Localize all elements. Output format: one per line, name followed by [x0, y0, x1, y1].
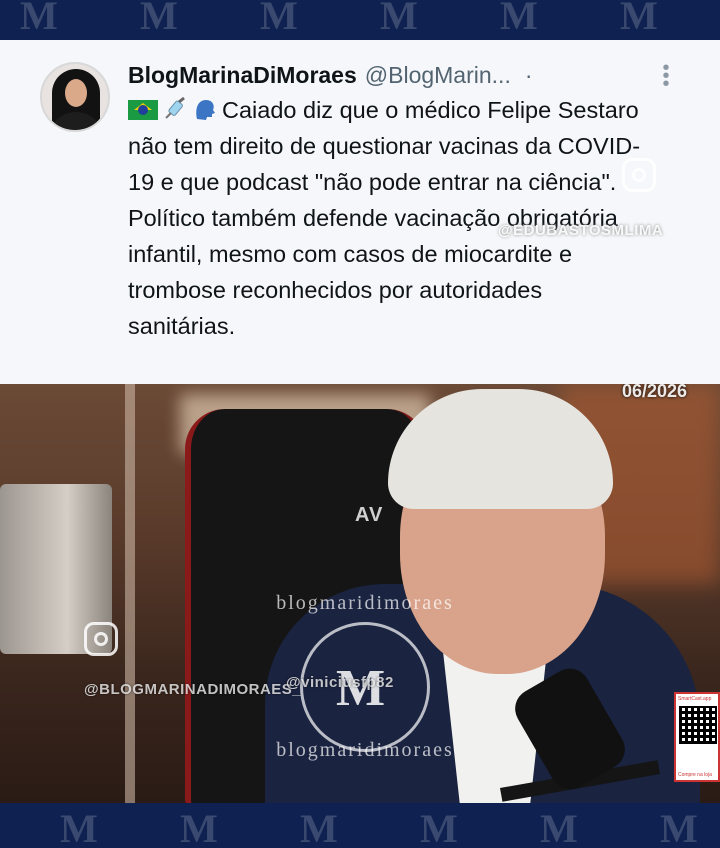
date-stamp: 06/2026 — [622, 384, 688, 401]
chair-brand-logo: AV — [355, 504, 384, 526]
band-logo-icon: M — [500, 0, 538, 38]
tweet-card: BlogMarinaDiMoraes @BlogMarin... · • • • C… — [0, 40, 720, 384]
band-logo-icon: M — [180, 806, 218, 848]
band-logo-icon: M — [140, 0, 178, 38]
display-name[interactable]: BlogMarinaDiMoraes — [128, 62, 357, 89]
band-logo-icon: M — [660, 806, 698, 848]
qr-footer: Compre na loja — [678, 772, 712, 778]
band-logo-icon: M — [420, 806, 458, 848]
watermark-handle: @EDUBASTOSMLIMA — [498, 222, 664, 239]
band-logo-icon: M — [300, 806, 338, 848]
separator-dot: · — [524, 61, 533, 88]
watermark-vinicius: @viniciusfp82 — [286, 674, 394, 691]
avatar[interactable] — [40, 62, 110, 132]
band-logo-icon: M — [60, 806, 98, 848]
bottom-frame-band: M M M M M M — [0, 803, 720, 848]
top-frame-band: M M M M M M — [0, 0, 720, 40]
user-handle[interactable]: @BlogMarin... — [365, 62, 511, 89]
more-options-icon[interactable]: • • • — [656, 58, 676, 94]
video-frame[interactable]: AV 06/2026 @BLOGMARINADIMORAES_ blogmari… — [0, 384, 720, 803]
seal-text-top: blogmaridimoraes — [276, 592, 454, 614]
watermark-blog: @BLOGMARINADIMORAES_ — [84, 681, 302, 698]
tweet-body: Caiado diz que o médico Felipe Sestaro n… — [128, 97, 641, 339]
band-logo-icon: M — [380, 0, 418, 38]
band-logo-icon: M — [540, 806, 578, 848]
seal-text-bottom: blogmaridimoraes — [276, 739, 454, 761]
qr-title: SmartCast.app — [678, 696, 712, 702]
tweet-header: BlogMarinaDiMoraes @BlogMarin... · — [128, 60, 533, 90]
flag-brazil-icon — [128, 100, 158, 120]
speaking-head-icon — [196, 100, 215, 120]
band-logo-icon: M — [20, 0, 58, 38]
qr-code-icon[interactable]: SmartCast.app Compre na loja — [674, 692, 720, 782]
syringe-icon — [165, 96, 185, 119]
tweet-text: Caiado diz que o médico Felipe Sestaro n… — [128, 92, 648, 344]
instagram-icon — [622, 158, 656, 192]
band-logo-icon: M — [260, 0, 298, 38]
instagram-icon — [84, 622, 118, 656]
band-logo-icon: M — [620, 0, 658, 38]
